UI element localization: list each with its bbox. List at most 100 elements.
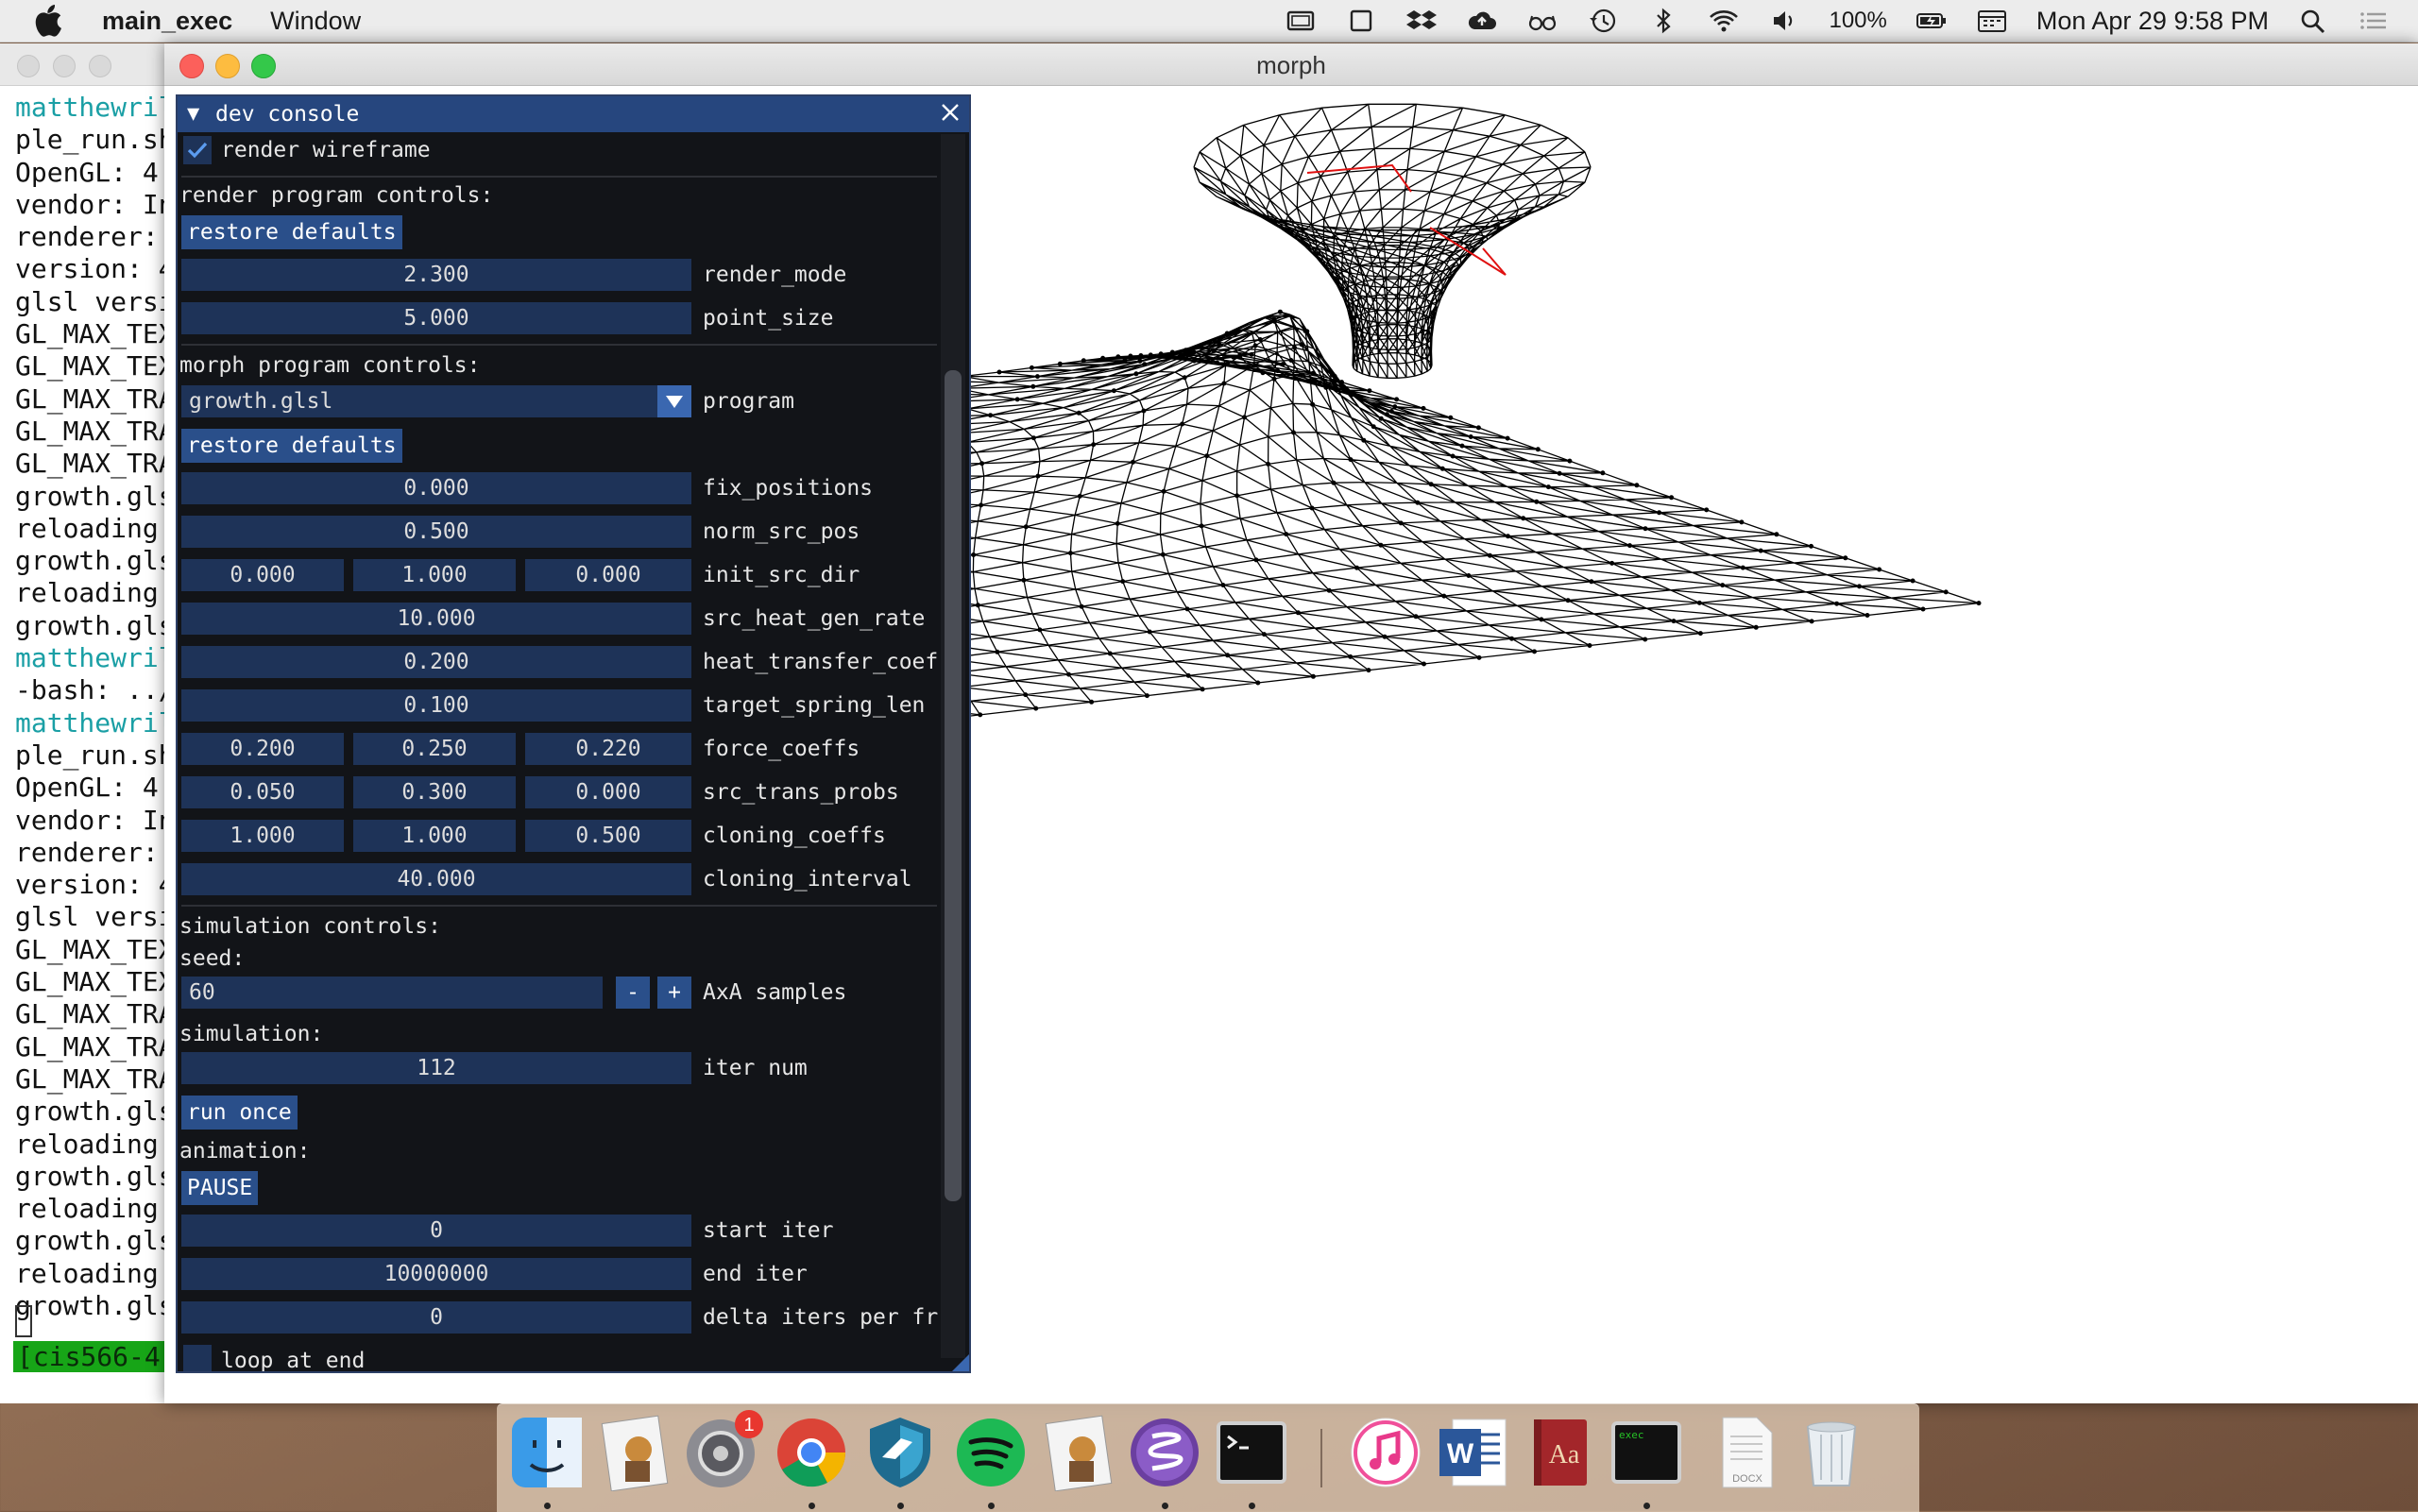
force-coeffs-label: force_coeffs [703, 737, 860, 761]
delta-iters-slider[interactable]: 0 [181, 1301, 691, 1334]
terminal-line: ple_run.sh [15, 124, 175, 156]
cloning-interval-slider[interactable]: 40.000 [181, 863, 691, 895]
resize-grip-icon[interactable] [952, 1354, 969, 1371]
dropbox-icon[interactable] [1405, 7, 1438, 35]
end-iter-slider[interactable]: 10000000 [181, 1258, 691, 1290]
battery-icon[interactable] [1916, 7, 1948, 35]
render-section-heading: render program controls: [179, 183, 494, 208]
running-indicator [1249, 1503, 1255, 1509]
iter-num-slider[interactable]: 112 [181, 1052, 691, 1084]
dev-console-header[interactable]: ▼ dev console [178, 96, 969, 132]
init-src-dir-label: init_src_dir [703, 563, 860, 587]
scrollbar-thumb[interactable] [945, 370, 962, 1201]
terminal-line: growth.gls [15, 545, 175, 577]
terminal-window[interactable]: matthewril ple_run.sh OpenGL: 4. vendor: In… [0, 43, 180, 1403]
volume-icon[interactable] [1768, 7, 1800, 35]
terminal-line: GL_MAX_TRA [15, 448, 175, 480]
cloud-upload-icon[interactable] [1466, 7, 1498, 35]
spotlight-search-icon[interactable] [2297, 7, 2329, 35]
init-src-dir-z-field[interactable]: 0.000 [525, 559, 691, 591]
dev-console-panel[interactable]: ▼ dev console render wireframe render pr… [176, 94, 971, 1373]
terminal-line: reloading [15, 1193, 175, 1225]
emacs-icon[interactable] [1126, 1414, 1203, 1491]
app-name-menu[interactable]: main_exec [102, 7, 232, 36]
dev-console-title: dev console [215, 102, 360, 127]
word-icon[interactable]: W [1434, 1414, 1511, 1491]
seed-input[interactable]: 60 [181, 977, 603, 1009]
itunes-icon[interactable] [1347, 1414, 1424, 1491]
apple-menu-icon[interactable] [34, 5, 77, 37]
morph-titlebar[interactable]: morph [164, 43, 2418, 86]
terminal-titlebar[interactable] [0, 43, 179, 86]
window-icon[interactable] [1345, 7, 1377, 35]
terminal-line: renderer: [15, 221, 175, 253]
run-once-button[interactable]: run once [181, 1096, 298, 1130]
program-combo[interactable]: growth.glsl [181, 385, 657, 417]
terminal-line: -bash: ../ [15, 674, 175, 706]
restore-defaults-morph-button[interactable]: restore defaults [181, 429, 402, 463]
pause-button[interactable]: PAUSE [181, 1171, 259, 1205]
render-wireframe-checkbox[interactable] [183, 136, 212, 164]
collapse-arrow-icon[interactable]: ▼ [187, 102, 199, 126]
checkmark-icon [187, 142, 208, 159]
force-coeffs-1-field[interactable]: 0.250 [353, 733, 516, 765]
src-heat-gen-rate-slider[interactable]: 10.000 [181, 603, 691, 635]
cloning-coeffs-1-field[interactable]: 1.000 [353, 820, 516, 852]
document-icon[interactable]: DOCX [1708, 1414, 1785, 1491]
preview-icon[interactable] [1041, 1414, 1118, 1491]
src-trans-probs-0-field[interactable]: 0.050 [181, 776, 344, 808]
restore-defaults-render-button[interactable]: restore defaults [181, 215, 402, 249]
force-coeffs-0-field[interactable]: 0.200 [181, 733, 344, 765]
notification-center-icon[interactable] [2358, 7, 2390, 35]
cloning-coeffs-2-field[interactable]: 0.500 [525, 820, 691, 852]
xcode-shield-icon[interactable] [861, 1414, 939, 1491]
fix-positions-slider[interactable]: 0.000 [181, 472, 691, 504]
preview-icon[interactable] [597, 1414, 674, 1491]
program-dropdown-button[interactable] [657, 385, 691, 417]
point-size-slider[interactable]: 5.000 [181, 302, 691, 334]
chevron-down-icon [666, 396, 683, 408]
terminal-minimize-button[interactable] [53, 55, 76, 77]
force-coeffs-2-field[interactable]: 0.220 [525, 733, 691, 765]
trash-icon[interactable] [1793, 1414, 1870, 1491]
finder-icon[interactable] [508, 1414, 586, 1491]
glasses-icon[interactable] [1526, 7, 1558, 35]
close-icon[interactable] [937, 99, 963, 126]
dictionary-icon[interactable]: Aa [1521, 1414, 1598, 1491]
src-trans-probs-2-field[interactable]: 0.000 [525, 776, 691, 808]
terminal-close-button[interactable] [17, 55, 40, 77]
terminal-line: growth.gls [15, 1096, 175, 1128]
window-menu[interactable]: Window [270, 7, 361, 36]
terminal-line: vendor: In [15, 804, 175, 836]
loop-at-end-checkbox[interactable] [183, 1345, 212, 1371]
norm-src-pos-label: norm_src_pos [703, 519, 860, 544]
src-trans-probs-1-field[interactable]: 0.300 [353, 776, 516, 808]
spotify-icon[interactable] [952, 1414, 1030, 1491]
terminal-line: reloading [15, 1257, 175, 1289]
exec-icon[interactable]: exec [1608, 1414, 1685, 1491]
render-mode-slider[interactable]: 2.300 [181, 259, 691, 291]
clock[interactable]: Mon Apr 29 9:58 PM [2036, 7, 2269, 36]
norm-src-pos-slider[interactable]: 0.500 [181, 516, 691, 548]
point-size-label: point_size [703, 306, 834, 331]
seed-increment-button[interactable]: + [657, 977, 691, 1009]
animation-label: animation: [179, 1139, 311, 1164]
screen-icon[interactable] [1285, 7, 1317, 35]
chrome-icon[interactable] [773, 1414, 850, 1491]
cloning-coeffs-0-field[interactable]: 1.000 [181, 820, 344, 852]
wifi-icon[interactable] [1708, 7, 1740, 35]
start-iter-slider[interactable]: 0 [181, 1215, 691, 1247]
terminal-line: OpenGL: 4. [15, 772, 175, 804]
terminal-output: matthewril ple_run.sh OpenGL: 4. vendor: In… [0, 86, 179, 1322]
dock: 1 W Aa exec DOCX [497, 1403, 1919, 1512]
time-machine-icon[interactable] [1587, 7, 1619, 35]
init-src-dir-x-field[interactable]: 0.000 [181, 559, 344, 591]
seed-decrement-button[interactable]: - [616, 977, 650, 1009]
heat-transfer-coef-slider[interactable]: 0.200 [181, 646, 691, 678]
bluetooth-icon[interactable] [1647, 7, 1679, 35]
init-src-dir-y-field[interactable]: 1.000 [353, 559, 516, 591]
terminal-zoom-button[interactable] [89, 55, 111, 77]
calendar-icon[interactable] [1976, 7, 2008, 35]
target-spring-len-slider[interactable]: 0.100 [181, 689, 691, 722]
terminal-icon[interactable] [1213, 1414, 1290, 1491]
